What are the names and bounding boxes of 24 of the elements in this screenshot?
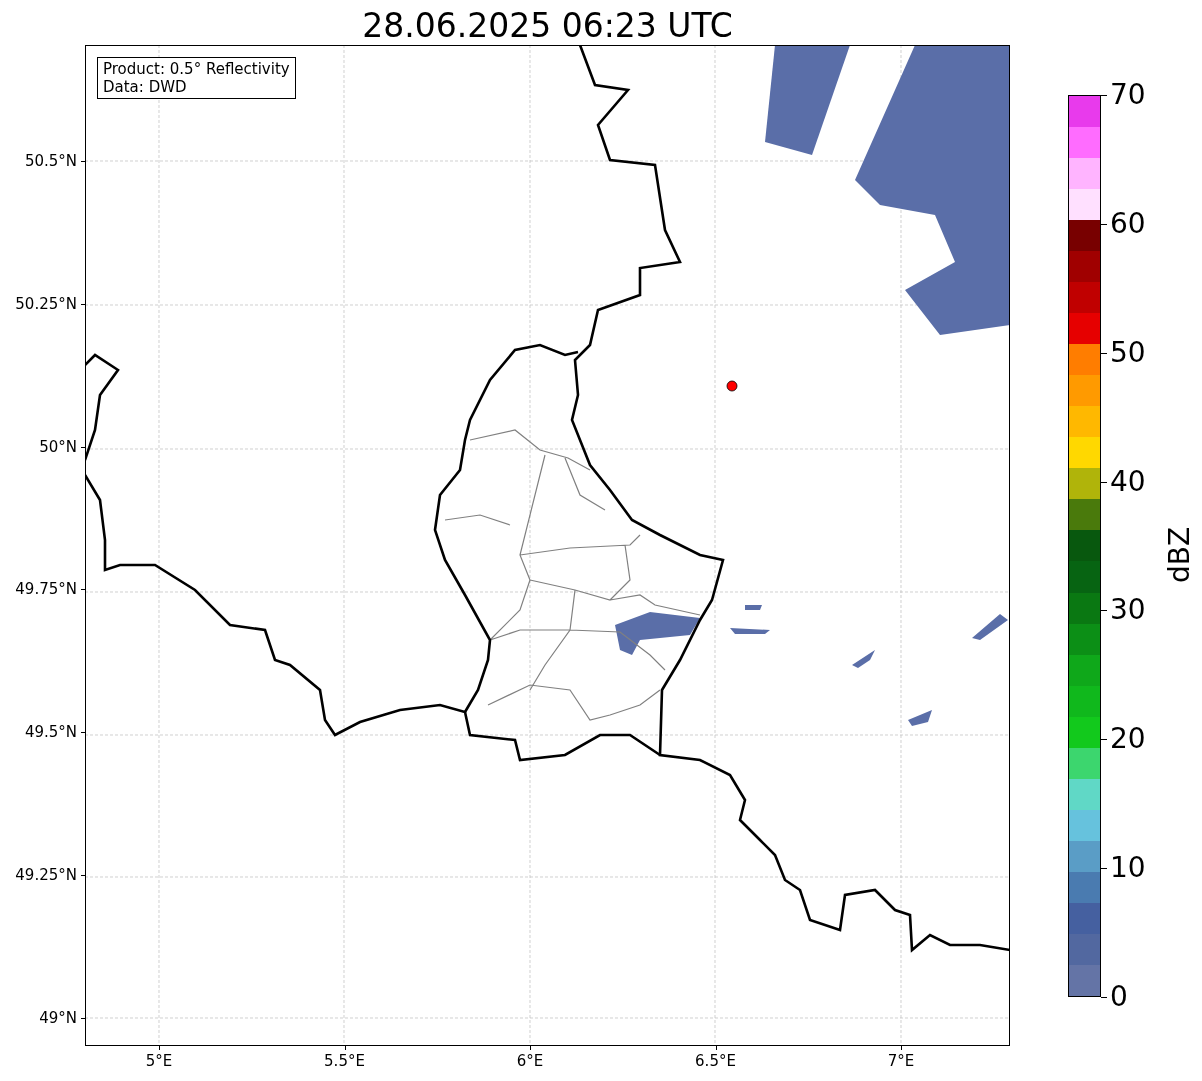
- colorbar-tick-label: 30: [1110, 594, 1146, 627]
- axis-tick-label: 50°N: [39, 437, 77, 456]
- colorbar-tick-label: 40: [1110, 465, 1146, 498]
- colorbar-tick-label: 70: [1110, 79, 1146, 111]
- colorbar-label: dBZ: [1164, 526, 1196, 584]
- axis-tick-label: 6.5°E: [694, 1052, 737, 1070]
- colorbar-tick-label: 50: [1110, 336, 1146, 369]
- info-text: Data: DWD: [103, 78, 188, 96]
- axis-tick-label: 5°E: [144, 1052, 174, 1070]
- axis-tick-label: 49.5°N: [24, 723, 77, 742]
- colorbar-tick-label: 0: [1110, 981, 1128, 1013]
- axis-tick-label: 50.25°N: [15, 294, 77, 313]
- axis-tick-label: 7°E: [886, 1052, 916, 1070]
- axis-tick-label: 49.75°N: [15, 580, 77, 599]
- info-text: Product: 0.5° Reflectivity: [103, 60, 290, 78]
- axis-tick-label: 5.5°E: [323, 1052, 366, 1070]
- colorbar-tick-label: 10: [1110, 852, 1146, 885]
- axis-tick-label: 49.25°N: [15, 866, 77, 884]
- axis-tick-label: 50.5°N: [24, 152, 77, 170]
- colorbar-tick-label: 60: [1110, 207, 1146, 240]
- axis-tick-label: 49°N: [39, 1008, 77, 1027]
- chart-title: 28.06.2025 06:23 UTC: [361, 5, 734, 47]
- colorbar-tick-label: 20: [1110, 723, 1146, 756]
- axis-tick-label: 6°E: [515, 1052, 545, 1070]
